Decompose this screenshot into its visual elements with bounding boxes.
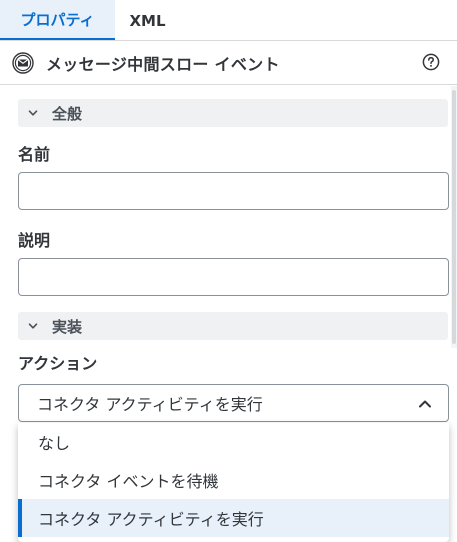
action-select-value: コネクタ アクティビティを実行 <box>37 395 263 414</box>
properties-tabbar: プロパティ XML <box>0 0 457 41</box>
name-label: 名前 <box>18 145 51 164</box>
action-label: アクション <box>18 354 98 373</box>
action-select[interactable]: コネクタ アクティビティを実行 <box>18 384 449 422</box>
element-header: メッセージ中間スロー イベント <box>0 41 457 85</box>
envelope-event-icon <box>12 51 34 74</box>
element-title: メッセージ中間スロー イベント <box>46 54 280 74</box>
section-implementation-header[interactable]: 実装 <box>18 312 448 340</box>
action-option-none[interactable]: なし <box>18 423 449 461</box>
tab-properties[interactable]: プロパティ <box>0 0 115 41</box>
chevron-up-icon[interactable] <box>416 395 434 413</box>
panel-scrollbar-thumb[interactable] <box>452 90 456 344</box>
chevron-down-icon <box>26 106 40 120</box>
action-option-run-connector-activity[interactable]: コネクタ アクティビティを実行 <box>18 499 449 537</box>
description-input[interactable] <box>18 258 449 296</box>
section-implementation-label: 実装 <box>52 317 83 336</box>
action-option-wait-connector-event[interactable]: コネクタ イベントを待機 <box>18 461 449 499</box>
section-general-label: 全般 <box>52 104 83 123</box>
section-general-header[interactable]: 全般 <box>18 99 448 127</box>
chevron-down-icon <box>26 319 40 333</box>
action-dropdown-menu: なし コネクタ イベントを待機 コネクタ アクティビティを実行 <box>18 423 449 542</box>
name-input[interactable] <box>18 172 449 210</box>
description-label: 説明 <box>18 231 51 250</box>
tab-xml[interactable]: XML <box>115 0 180 41</box>
help-icon[interactable] <box>421 52 441 72</box>
